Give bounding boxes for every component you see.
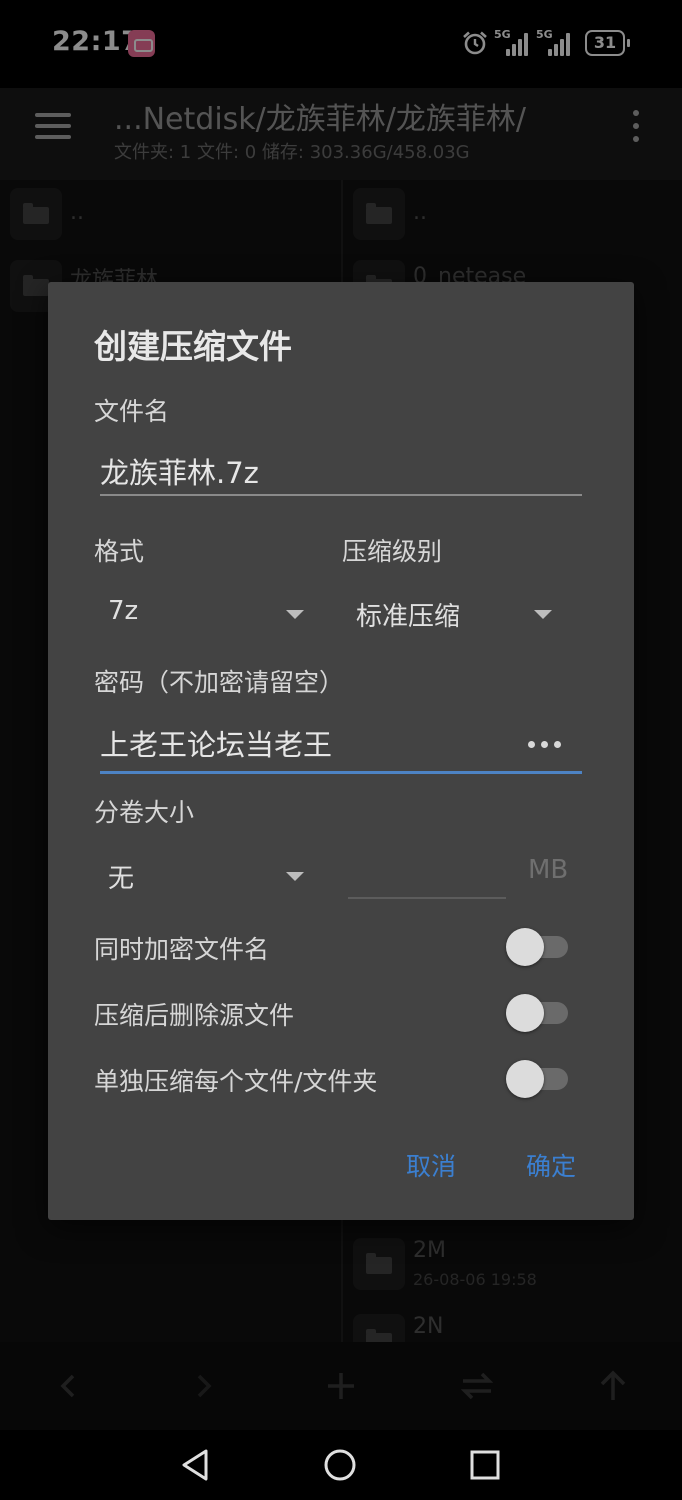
volume-size-unit: MB (528, 855, 569, 885)
chevron-down-icon (286, 872, 304, 881)
create-archive-dialog: 创建压缩文件 文件名 龙族菲林.7z 格式 压缩级别 7z 标准压缩 密码（不加… (48, 282, 634, 1220)
format-label: 格式 (94, 537, 145, 566)
chevron-down-icon (534, 610, 552, 619)
filename-label: 文件名 (94, 397, 170, 426)
compress-separately-toggle[interactable] (506, 1059, 570, 1099)
toggle-label-separate: 单独压缩每个文件/文件夹 (94, 1067, 378, 1096)
nav-home-icon[interactable] (322, 1447, 358, 1483)
nav-back-icon[interactable] (178, 1447, 214, 1483)
volume-size-label: 分卷大小 (94, 798, 195, 827)
encrypt-filenames-toggle[interactable] (506, 927, 570, 967)
nav-recents-icon[interactable] (468, 1448, 502, 1482)
delete-source-toggle[interactable] (506, 993, 570, 1033)
compression-level-label: 压缩级别 (342, 537, 443, 566)
compression-level-value: 标准压缩 (356, 602, 461, 632)
cancel-button[interactable]: 取消 (406, 1147, 456, 1183)
filename-input[interactable]: 龙族菲林.7z (100, 450, 259, 492)
compression-level-dropdown[interactable]: 标准压缩 (348, 594, 562, 636)
format-dropdown[interactable]: 7z (100, 594, 314, 636)
volume-size-input[interactable] (348, 854, 506, 898)
confirm-button[interactable]: 确定 (526, 1147, 576, 1183)
password-underline (100, 771, 582, 774)
password-input[interactable]: 上老王论坛当老王 (100, 722, 332, 764)
password-visibility-icon[interactable] (528, 741, 562, 749)
filename-underline (100, 494, 582, 496)
toggle-label-encrypt-names: 同时加密文件名 (94, 935, 270, 964)
password-label: 密码（不加密请留空） (94, 668, 345, 697)
volume-size-underline (348, 897, 506, 899)
volume-size-dropdown[interactable]: 无 (100, 856, 314, 898)
volume-size-value: 无 (108, 864, 135, 894)
toggle-label-delete-source: 压缩后删除源文件 (94, 1001, 295, 1030)
dialog-title: 创建压缩文件 (94, 327, 292, 366)
format-value: 7z (108, 596, 139, 626)
system-nav-bar (0, 1430, 682, 1500)
chevron-down-icon (286, 610, 304, 619)
